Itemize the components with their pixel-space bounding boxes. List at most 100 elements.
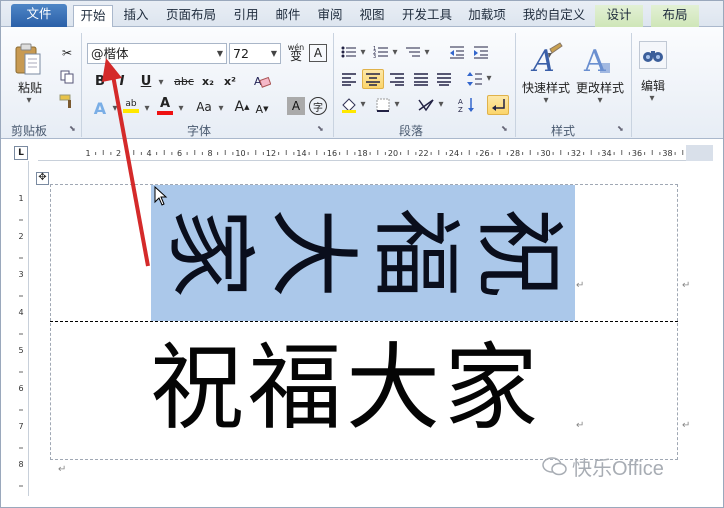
superscript-button[interactable]: x²	[221, 71, 239, 91]
numbering-icon[interactable]: 123	[371, 43, 391, 61]
align-center-icon[interactable]	[362, 69, 384, 89]
copy-icon[interactable]	[59, 69, 75, 85]
chevron-down-icon[interactable]: ▾	[143, 103, 151, 114]
chevron-down-icon[interactable]: ▾	[111, 103, 119, 114]
tab-home[interactable]: 开始	[73, 5, 113, 28]
paste-icon[interactable]	[13, 41, 43, 77]
show-marks-icon[interactable]	[487, 95, 509, 115]
change-case-button[interactable]: Aa	[191, 97, 217, 117]
chevron-down-icon[interactable]: ▾	[359, 99, 367, 110]
editing-button[interactable]: 编辑	[635, 77, 671, 93]
separator	[333, 33, 334, 137]
font-launcher-icon[interactable]: ⬊	[317, 124, 324, 133]
table-move-handle-icon[interactable]: ✥	[36, 172, 49, 185]
chevron-down-icon[interactable]: ▾	[217, 103, 225, 114]
chevron-down-icon[interactable]: ▾	[391, 47, 399, 58]
sort-icon[interactable]: AZ	[457, 95, 477, 115]
line-spacing-icon[interactable]	[465, 69, 485, 89]
font-name-combo[interactable]: @楷体 ▼	[87, 43, 227, 64]
shrink-font-button[interactable]: A ▼	[253, 99, 271, 119]
chinese-layout-icon[interactable]	[415, 95, 437, 115]
char-border-button[interactable]: A	[309, 44, 327, 62]
underline-button[interactable]: U	[137, 71, 155, 91]
ruler-tick-label: 6	[18, 384, 23, 393]
tab-mailings[interactable]: 邮件	[271, 5, 305, 27]
clipboard-launcher-icon[interactable]: ⬊	[69, 124, 76, 133]
quick-styles-icon[interactable]: A	[529, 39, 565, 79]
tab-page-layout[interactable]: 页面布局	[161, 5, 221, 27]
shading-icon[interactable]	[339, 95, 359, 115]
multilevel-list-icon[interactable]	[403, 43, 423, 61]
tab-custom[interactable]: 我的自定义	[517, 5, 591, 27]
styles-group-label: 样式	[551, 124, 576, 138]
svg-text:Z: Z	[458, 106, 463, 113]
strikethrough-button[interactable]: abc	[171, 71, 197, 91]
format-painter-icon[interactable]	[59, 93, 75, 109]
vertical-ruler[interactable]: 123456789	[13, 161, 29, 507]
chevron-down-icon[interactable]: ▾	[541, 95, 551, 106]
clipboard-group-label: 剪贴板	[11, 124, 48, 138]
horizontal-ruler[interactable]: 1 2 4 6 8 10 12 14 16 18 20 22 24 26 28 30 32 34 36 38	[38, 145, 713, 161]
highlight-icon[interactable]: ab	[121, 95, 141, 117]
text-effects-icon[interactable]: A	[89, 97, 111, 119]
chevron-down-icon[interactable]: ▾	[595, 95, 605, 106]
align-left-icon[interactable]	[339, 69, 359, 89]
increase-indent-icon[interactable]	[471, 43, 491, 61]
tab-review[interactable]: 审阅	[313, 5, 347, 27]
tab-addins[interactable]: 加载项	[463, 5, 511, 27]
bullets-icon[interactable]	[339, 43, 359, 61]
styles-launcher-icon[interactable]: ⬊	[617, 124, 624, 133]
change-styles-button[interactable]: 更改样式	[573, 79, 627, 95]
chevron-down-icon[interactable]: ▾	[359, 47, 367, 58]
subscript-button[interactable]: x₂	[199, 71, 217, 91]
justify-icon[interactable]	[411, 69, 431, 89]
tab-view[interactable]: 视图	[355, 5, 389, 27]
ruler-tick-label: 26	[479, 149, 489, 158]
separator	[515, 33, 516, 137]
chevron-down-icon[interactable]: ▾	[177, 103, 185, 114]
chevron-down-icon[interactable]: ▼	[271, 44, 277, 63]
align-right-icon[interactable]	[387, 69, 407, 89]
clear-format-icon[interactable]: A	[251, 71, 273, 91]
enclose-char-button[interactable]: 字	[309, 97, 327, 115]
italic-button[interactable]: I	[113, 71, 131, 91]
chevron-down-icon[interactable]: ▾	[393, 99, 401, 110]
chevron-down-icon[interactable]: ▾	[647, 93, 657, 104]
paste-dropdown-icon[interactable]: ▾	[23, 95, 35, 106]
tab-table-design[interactable]: 设计	[595, 5, 643, 27]
ruler-tick-label: 18	[357, 149, 367, 158]
borders-icon[interactable]	[373, 95, 393, 115]
ruler-tick-label: 32	[571, 149, 581, 158]
font-size-combo[interactable]: 72 ▼	[229, 43, 281, 64]
char-shading-button[interactable]: A	[287, 97, 305, 115]
tab-table-layout[interactable]: 布局	[651, 5, 699, 27]
tab-selector-button[interactable]: L	[14, 146, 28, 160]
ruler-margin-right	[686, 145, 713, 161]
font-color-icon[interactable]: A	[155, 95, 175, 117]
tab-developer[interactable]: 开发工具	[397, 5, 457, 27]
phonetic-guide-button[interactable]: wén 变	[285, 41, 307, 63]
paragraph-launcher-icon[interactable]: ⬊	[501, 124, 508, 133]
table-row-divider	[50, 321, 678, 322]
ruler-tick-label: 24	[449, 149, 459, 158]
tab-insert[interactable]: 插入	[119, 5, 153, 27]
tab-references[interactable]: 引用	[229, 5, 263, 27]
horizontal-text-cell[interactable]: 祝福大家	[150, 334, 580, 444]
cut-icon[interactable]: ✂	[59, 45, 75, 61]
chevron-down-icon[interactable]: ▾	[437, 99, 445, 110]
paste-button[interactable]: 粘贴	[15, 79, 45, 95]
tab-file[interactable]: 文件	[11, 4, 67, 27]
chevron-down-icon[interactable]: ▾	[423, 47, 431, 58]
change-styles-icon[interactable]: A	[581, 39, 617, 79]
quick-styles-button[interactable]: 快速样式	[519, 79, 573, 95]
distribute-icon[interactable]	[434, 69, 454, 89]
chevron-down-icon[interactable]: ▾	[157, 77, 165, 88]
chevron-down-icon[interactable]: ▾	[485, 73, 493, 84]
binoculars-icon[interactable]	[639, 41, 667, 69]
row-end-mark: ↵	[682, 420, 691, 431]
decrease-indent-icon[interactable]	[447, 43, 467, 61]
grow-font-button[interactable]: A ▲	[233, 97, 251, 117]
vertical-text-cell[interactable]: 家 大 福 祝	[151, 185, 575, 321]
bold-button[interactable]: B	[91, 71, 109, 91]
chevron-down-icon[interactable]: ▼	[217, 44, 223, 63]
